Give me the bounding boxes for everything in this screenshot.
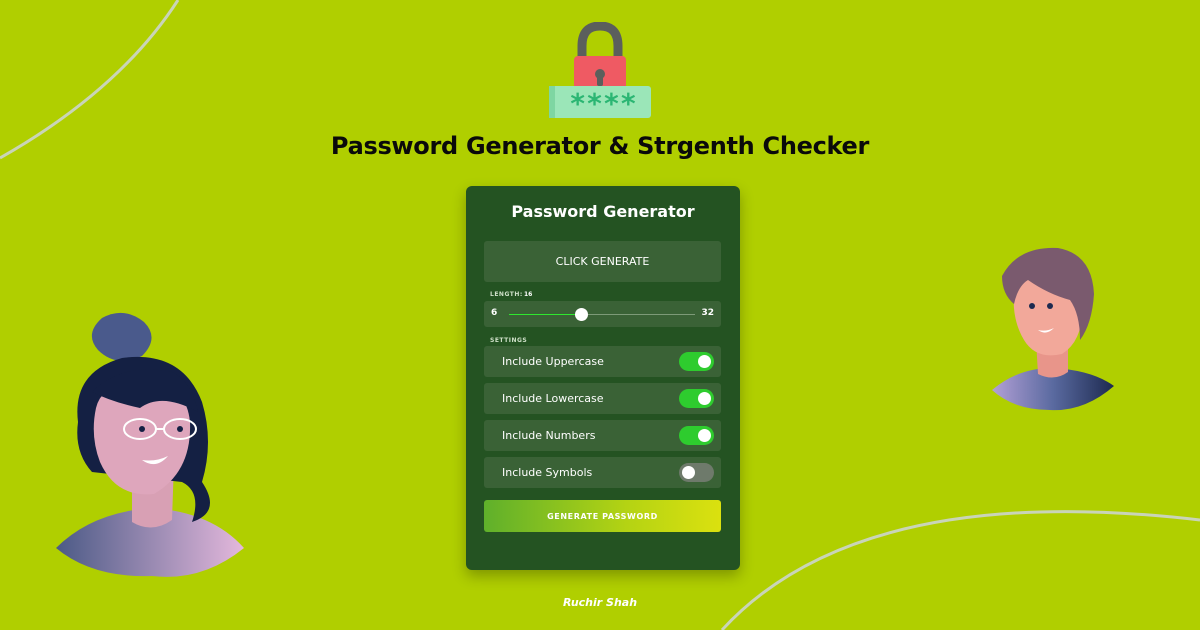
length-value: 16	[524, 291, 533, 298]
slider-fill	[509, 314, 581, 315]
setting-row-numbers: Include Numbers	[484, 420, 721, 451]
lowercase-toggle[interactable]	[679, 389, 714, 408]
page-title: Password Generator & Strgenth Checker	[330, 132, 870, 160]
length-slider[interactable]	[509, 308, 695, 321]
slider-max-label: 32	[701, 308, 714, 318]
setting-label: Include Symbols	[502, 466, 593, 479]
card-title: Password Generator	[511, 202, 695, 221]
symbols-toggle[interactable]	[679, 463, 714, 482]
slider-min-label: 6	[491, 308, 498, 318]
setting-row-symbols: Include Symbols	[484, 457, 721, 488]
toggle-knob	[698, 429, 711, 442]
setting-row-lowercase: Include Lowercase	[484, 383, 721, 414]
setting-row-uppercase: Include Uppercase	[484, 346, 721, 377]
length-label: LENGTH:	[490, 291, 523, 298]
author-name: Ruchir Shah	[562, 596, 638, 609]
woman-avatar-illustration	[56, 312, 244, 577]
toggle-knob	[682, 466, 695, 479]
generate-password-button[interactable]: GENERATE PASSWORD	[484, 500, 721, 532]
setting-label: Include Uppercase	[502, 355, 604, 368]
password-result-display[interactable]: CLICK GENERATE	[484, 241, 721, 282]
lock-password-icon: ****	[549, 22, 651, 120]
length-slider-container: 6 32	[484, 301, 721, 327]
numbers-toggle[interactable]	[679, 426, 714, 445]
settings-label: SETTINGS	[490, 337, 528, 344]
slider-thumb[interactable]	[574, 308, 588, 321]
man-avatar-illustration	[992, 247, 1114, 411]
toggle-knob	[698, 392, 711, 405]
toggle-knob	[698, 355, 711, 368]
uppercase-toggle[interactable]	[679, 352, 714, 371]
setting-label: Include Lowercase	[502, 392, 604, 405]
password-mask-text: ****	[569, 87, 636, 120]
setting-label: Include Numbers	[502, 429, 596, 442]
password-generator-card: Password Generator CLICK GENERATE LENGTH…	[466, 186, 740, 570]
